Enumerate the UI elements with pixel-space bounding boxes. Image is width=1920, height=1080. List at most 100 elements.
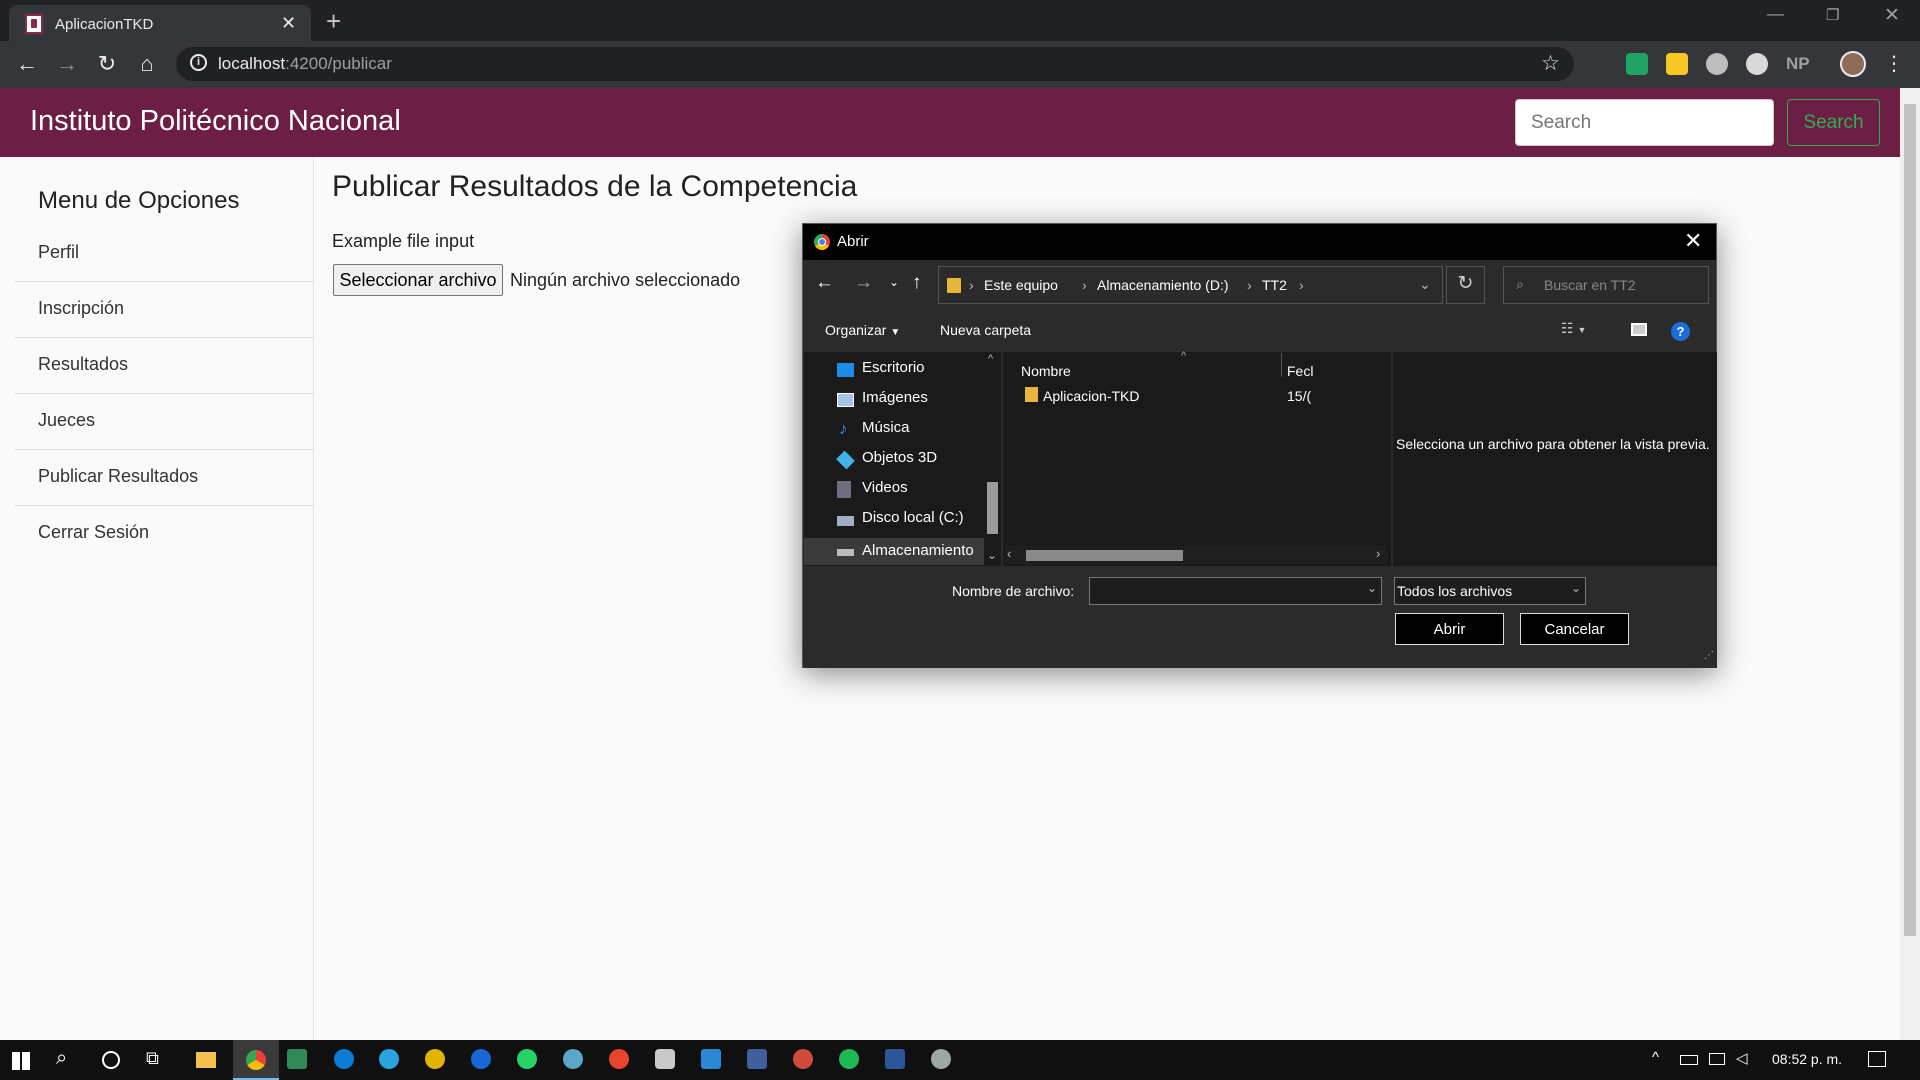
column-header-name[interactable]: Nombre [1021, 363, 1071, 379]
minimize-icon[interactable]: — [1767, 4, 1784, 24]
extension-sheets-icon[interactable] [1626, 53, 1648, 75]
hscroll-left-icon[interactable]: ‹ [1007, 546, 1011, 561]
taskbar-app-icon[interactable] [425, 1049, 445, 1069]
new-folder-button[interactable]: Nueva carpeta [940, 322, 1031, 338]
view-options-icon[interactable]: ☷ ▼ [1561, 320, 1586, 337]
whatsapp-icon[interactable] [517, 1049, 537, 1069]
column-header-date[interactable]: Fecl [1287, 363, 1313, 379]
nav-item-escritorio[interactable]: Escritorio [837, 359, 987, 383]
address-dropdown-icon[interactable]: ⌄ [1419, 276, 1431, 293]
telegram-icon[interactable] [379, 1049, 399, 1069]
extension-chat-icon[interactable] [1746, 53, 1768, 75]
dialog-back-icon[interactable]: ← [815, 272, 834, 294]
profile-avatar[interactable] [1840, 51, 1866, 77]
restore-icon[interactable]: ❐ [1826, 6, 1839, 24]
filename-dropdown-icon[interactable]: ⌄ [1367, 581, 1377, 595]
network-icon[interactable] [1709, 1053, 1725, 1065]
taskbar-app-icon[interactable] [793, 1049, 813, 1069]
vscode-icon[interactable] [701, 1049, 721, 1069]
filetype-select[interactable]: Todos los archivos ⌄ [1394, 577, 1586, 605]
nav-item-imagenes[interactable]: Imágenes [837, 389, 987, 413]
file-row-aplicacion-tkd[interactable]: Aplicacion-TKD 15/( [1003, 382, 1391, 408]
nav-scroll-down-icon[interactable]: ⌄ [987, 548, 997, 562]
organize-menu[interactable]: Organizar ▼ [825, 322, 900, 338]
sidebar-item-cerrar-sesion[interactable]: Cerrar Sesión [14, 506, 314, 562]
dialog-forward-icon[interactable]: → [854, 272, 873, 294]
browser-tab[interactable]: AplicacionTKD ✕ [9, 5, 311, 41]
cortana-icon[interactable] [102, 1051, 120, 1069]
taskbar-search-icon[interactable]: ⌕ [56, 1047, 67, 1070]
extension-circle-icon[interactable] [1706, 53, 1728, 75]
address-bar[interactable]: i localhost:4200/publicar ☆ [176, 47, 1574, 81]
filename-input[interactable]: ⌄ [1089, 577, 1382, 605]
choose-file-button[interactable]: Seleccionar archivo [333, 264, 503, 296]
help-icon[interactable]: ? [1671, 322, 1690, 341]
taskbar-app-icon[interactable] [931, 1049, 951, 1069]
nav-item-videos[interactable]: Videos [837, 479, 987, 503]
site-info-icon[interactable]: i [190, 54, 207, 71]
bookmark-star-icon[interactable]: ☆ [1541, 51, 1560, 76]
window-close-icon[interactable]: ✕ [1884, 4, 1900, 27]
preview-pane-icon[interactable] [1631, 323, 1647, 336]
sidebar-item-jueces[interactable]: Jueces [14, 394, 314, 450]
clock[interactable]: 08:52 p. m. [1772, 1051, 1842, 1067]
nav-item-almacenamiento[interactable]: Almacenamiento [804, 538, 984, 565]
reload-icon[interactable]: ↻ [92, 51, 122, 77]
taskbar-app-icon[interactable] [287, 1049, 307, 1069]
tray-overflow-icon[interactable]: ^ [1652, 1049, 1659, 1066]
music-icon: ♪ [839, 419, 848, 438]
breadcrumb-almacenamiento[interactable]: Almacenamiento (D:) [1097, 277, 1229, 293]
windows-start-icon[interactable] [12, 1052, 30, 1070]
resize-grip-icon[interactable]: ⋰ [1704, 650, 1714, 661]
breadcrumb-este-equipo[interactable]: Este equipo [984, 277, 1058, 293]
nav-item-musica[interactable]: ♪ Música [837, 419, 987, 443]
taskbar-app-icon[interactable] [563, 1049, 583, 1069]
extension-keep-icon[interactable] [1666, 53, 1688, 75]
dialog-up-icon[interactable]: ↑ [912, 272, 922, 294]
file-explorer-icon[interactable] [196, 1052, 216, 1068]
new-tab-button[interactable]: + [326, 6, 341, 37]
word-icon[interactable] [885, 1049, 905, 1069]
dialog-address-bar[interactable]: › Este equipo › Almacenamiento (D:) › TT… [938, 266, 1443, 304]
hscroll-right-icon[interactable]: › [1376, 546, 1380, 561]
notification-center-icon[interactable] [1868, 1051, 1886, 1067]
sidebar-item-inscripcion[interactable]: Inscripción [14, 282, 314, 338]
search-button[interactable]: Search [1787, 99, 1880, 146]
page-scrollbar-thumb[interactable] [1904, 104, 1916, 936]
dialog-refresh-icon[interactable]: ↻ [1446, 266, 1485, 304]
tab-close-icon[interactable]: ✕ [281, 13, 296, 34]
sidebar-item-perfil[interactable]: Perfil [14, 226, 314, 282]
forward-icon[interactable]: → [52, 51, 82, 77]
search-input[interactable] [1515, 99, 1774, 146]
maps-icon[interactable] [471, 1049, 491, 1069]
recent-dropdown-icon[interactable]: ⌄ [889, 275, 899, 289]
file-list-hscrollbar-thumb[interactable] [1026, 550, 1183, 561]
sidebar-item-resultados[interactable]: Resultados [14, 338, 314, 394]
nav-item-objetos-3d[interactable]: Objetos 3D [836, 449, 987, 473]
volume-icon[interactable]: ◁ [1736, 1049, 1748, 1067]
taskbar-app-icon[interactable] [655, 1049, 675, 1069]
menu-kebab-icon[interactable]: ⋮ [1884, 51, 1904, 76]
task-view-icon[interactable]: ⧉ [146, 1048, 159, 1069]
open-button[interactable]: Abrir [1395, 613, 1504, 645]
sidebar-item-publicar-resultados[interactable]: Publicar Resultados [14, 450, 314, 506]
edge-icon[interactable] [334, 1049, 354, 1069]
breadcrumb-sep-icon: › [1247, 277, 1252, 293]
battery-icon[interactable] [1680, 1055, 1698, 1065]
extension-np-icon[interactable]: NP [1786, 54, 1810, 74]
taskbar-chrome-active[interactable] [233, 1040, 279, 1080]
breadcrumb-tt2[interactable]: TT2 [1262, 277, 1287, 293]
taskbar-app-icon[interactable] [747, 1049, 767, 1069]
cancel-button[interactable]: Cancelar [1520, 613, 1629, 645]
dialog-search-input[interactable]: ⌕ Buscar en TT2 [1503, 266, 1709, 304]
back-icon[interactable]: ← [12, 51, 42, 77]
site-brand[interactable]: Instituto Politécnico Nacional [30, 105, 401, 138]
breadcrumb-sep-icon: › [969, 277, 974, 293]
spotify-icon[interactable] [839, 1049, 859, 1069]
nav-pane-scrollbar-thumb[interactable] [987, 482, 998, 534]
home-icon[interactable]: ⌂ [132, 51, 162, 77]
dialog-close-icon[interactable]: ✕ [1684, 228, 1702, 254]
taskbar-app-icon[interactable] [609, 1049, 629, 1069]
nav-scroll-up-icon[interactable]: ^ [988, 353, 993, 365]
nav-item-disco-local[interactable]: Disco local (C:) [837, 509, 987, 533]
